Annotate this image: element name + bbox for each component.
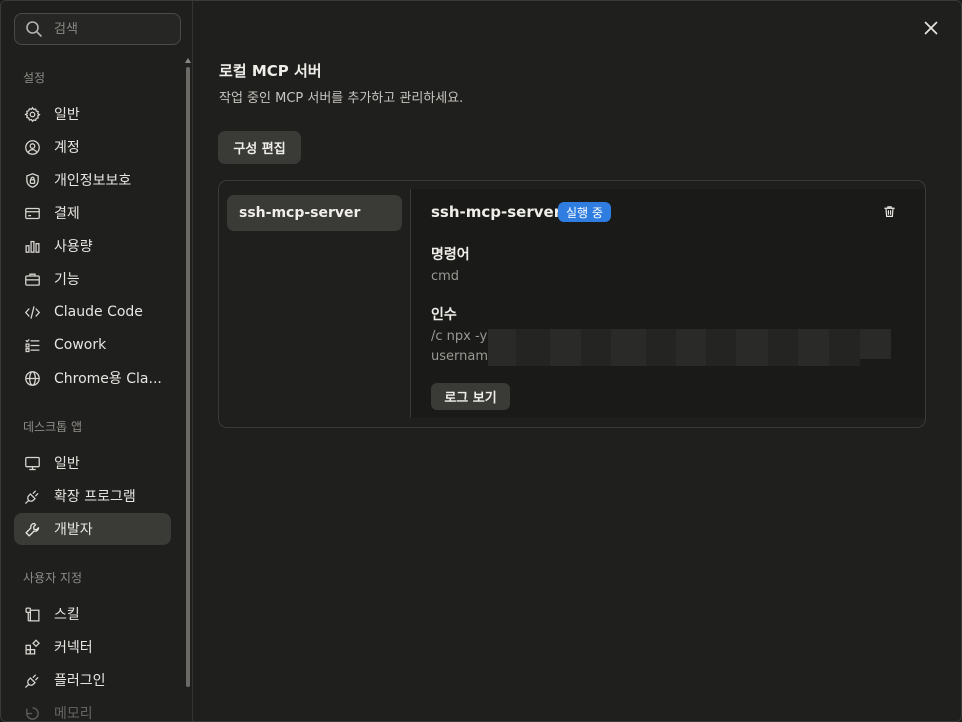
args-value-line-1: /c npx -y xyxy=(431,329,488,344)
settings-window: 설정 일반 계정 개인정보보호 결제 xyxy=(0,0,962,722)
sidebar-scrollbar[interactable] xyxy=(186,67,190,687)
wrench-icon xyxy=(23,520,41,538)
credit-card-icon xyxy=(23,204,41,222)
sidebar-item-usage[interactable]: 사용량 xyxy=(14,230,171,262)
close-icon xyxy=(924,20,938,39)
command-label: 명령어 xyxy=(431,247,470,263)
sidebar-item-label: 확장 프로그램 xyxy=(54,489,136,505)
sidebar-item-label: 사용량 xyxy=(54,239,93,255)
close-button[interactable] xyxy=(921,19,941,39)
sidebar-item-privacy[interactable]: 개인정보보호 xyxy=(14,164,171,196)
sidebar-item-extensions[interactable]: 확장 프로그램 xyxy=(14,480,171,512)
sidebar-item-claude-code[interactable]: Claude Code xyxy=(14,296,171,328)
memory-icon xyxy=(23,704,41,721)
sidebar-item-label: 메모리 xyxy=(54,706,93,722)
sidebar-item-label: 개인정보보호 xyxy=(54,173,132,189)
sidebar-item-features[interactable]: 기능 xyxy=(14,263,171,295)
sidebar-item-label: Claude Code xyxy=(54,304,143,320)
sidebar-item-label: 계정 xyxy=(54,140,80,156)
page-subtitle: 작업 중인 MCP 서버를 추가하고 관리하세요. xyxy=(219,91,464,106)
bar-chart-icon xyxy=(23,237,41,255)
sidebar-item-label: 일반 xyxy=(54,107,80,123)
plug-icon xyxy=(23,671,41,689)
sidebar-item-label: 개발자 xyxy=(54,522,93,538)
sidebar-item-label: 기능 xyxy=(54,272,80,288)
view-logs-button[interactable]: 로그 보기 xyxy=(431,383,510,410)
gear-icon xyxy=(23,105,41,123)
search-box[interactable] xyxy=(14,13,181,45)
sidebar-item-plugins[interactable]: 플러그인 xyxy=(14,664,171,696)
args-label: 인수 xyxy=(431,307,457,323)
sidebar: 설정 일반 계정 개인정보보호 결제 xyxy=(1,1,193,722)
sidebar-item-general[interactable]: 일반 xyxy=(14,98,171,130)
trash-icon xyxy=(883,203,896,222)
sidebar-item-label: 플러그인 xyxy=(54,673,106,689)
search-input[interactable] xyxy=(54,21,164,37)
sidebar-item-developer[interactable]: 개발자 xyxy=(14,513,171,545)
sidebar-item-chrome[interactable]: Chrome용 Cla... xyxy=(14,362,171,394)
sidebar-item-label: 커넥터 xyxy=(54,640,93,656)
section-label-settings: 설정 xyxy=(23,71,46,85)
search-icon xyxy=(25,20,43,38)
checklist-icon xyxy=(23,336,41,354)
plug-icon xyxy=(23,487,41,505)
sidebar-item-memory[interactable]: 메모리 xyxy=(14,697,171,722)
server-list-item[interactable]: ssh-mcp-server xyxy=(227,195,402,231)
status-badge: 실행 중 xyxy=(558,202,611,222)
sidebar-item-connectors[interactable]: 커넥터 xyxy=(14,631,171,663)
delete-server-button[interactable] xyxy=(881,204,897,220)
connector-icon xyxy=(23,638,41,656)
skill-icon xyxy=(23,605,41,623)
sidebar-item-skills[interactable]: 스킬 xyxy=(14,598,171,630)
user-circle-icon xyxy=(23,138,41,156)
section-label-desktop-app: 데스크톱 앱 xyxy=(23,420,83,434)
sidebar-item-billing[interactable]: 결제 xyxy=(14,197,171,229)
sidebar-item-cowork[interactable]: Cowork xyxy=(14,329,171,361)
server-detail-name: ssh-mcp-server xyxy=(431,203,562,221)
sidebar-item-account[interactable]: 계정 xyxy=(14,131,171,163)
args-value-line-2: usernam xyxy=(431,349,488,364)
section-label-customize: 사용자 지정 xyxy=(23,571,83,585)
scroll-up-arrow-icon[interactable] xyxy=(185,58,191,63)
shield-lock-icon xyxy=(23,171,41,189)
sidebar-item-label: 일반 xyxy=(54,456,80,472)
monitor-icon xyxy=(23,454,41,472)
page-title: 로컬 MCP 서버 xyxy=(219,62,322,80)
edit-config-button[interactable]: 구성 편집 xyxy=(218,131,301,164)
command-value: cmd xyxy=(431,269,460,284)
sidebar-item-label: 결제 xyxy=(54,206,80,222)
briefcase-icon xyxy=(23,270,41,288)
sidebar-item-label: 스킬 xyxy=(54,607,80,623)
sidebar-item-desktop-general[interactable]: 일반 xyxy=(14,447,171,479)
sidebar-item-label: Cowork xyxy=(54,337,107,353)
sidebar-item-label: Chrome용 Cla... xyxy=(54,371,162,387)
panel-divider xyxy=(410,189,411,418)
globe-icon xyxy=(23,369,41,387)
code-icon xyxy=(23,303,41,321)
